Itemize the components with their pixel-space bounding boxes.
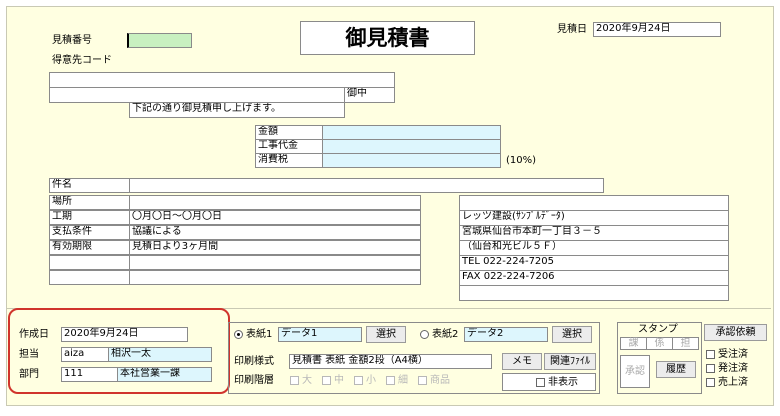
cover1-label: 表紙1 xyxy=(246,329,273,340)
company-address-1[interactable]: 宮城県仙台市本町一丁目３－５ xyxy=(459,225,729,241)
tax-field[interactable] xyxy=(322,153,501,168)
memo-button[interactable]: メモ xyxy=(502,353,542,370)
customer-name-field[interactable] xyxy=(49,72,395,88)
stamp-title: スタンプ xyxy=(638,324,678,335)
cover1-select-button[interactable]: 選択 xyxy=(366,326,406,343)
payment-terms-field[interactable]: 協議による xyxy=(129,225,421,240)
stamp-col-section: 課 xyxy=(620,337,647,350)
extra-label-2 xyxy=(49,270,130,285)
staff-code-field[interactable]: aiza xyxy=(61,347,109,362)
estimate-number-label: 見積番号 xyxy=(52,35,92,46)
subject-field[interactable] xyxy=(129,178,604,193)
approval-request-button[interactable]: 承認依頼 xyxy=(704,324,767,341)
validity-label: 有効期限 xyxy=(49,240,130,255)
order-received-label: 受注済 xyxy=(718,349,748,360)
history-button[interactable]: 履歴 xyxy=(656,361,696,378)
cover1-select-field[interactable]: データ1 xyxy=(278,327,362,342)
bottom-panel-divider xyxy=(7,308,771,309)
extra-label-1 xyxy=(49,255,130,270)
hide-label: 非表示 xyxy=(548,377,578,388)
company-address-2[interactable]: （仙台和光ビル５Ｆ） xyxy=(459,240,729,256)
tax-label: 消費税 xyxy=(255,153,323,168)
payment-terms-label: 支払条件 xyxy=(49,225,130,240)
sold-label: 売上済 xyxy=(718,377,748,388)
created-date-field[interactable]: 2020年9月24日 xyxy=(61,327,188,342)
sold-checkbox[interactable] xyxy=(706,378,715,387)
period-field[interactable]: 〇月〇日～〇月〇日 xyxy=(129,210,421,225)
print-style-field[interactable]: 見積書 表紙 金額2段（A4横） xyxy=(289,354,492,369)
related-file-button[interactable]: 関連ﾌｧｲﾙ xyxy=(544,353,596,370)
company-fax[interactable]: FAX 022-224-7206 xyxy=(459,270,729,286)
cover2-radio[interactable] xyxy=(420,330,429,339)
total-amount-label: 金額 xyxy=(255,125,323,140)
location-label: 場所 xyxy=(49,195,130,210)
level-detail-checkbox[interactable] xyxy=(386,376,395,385)
cover2-select-field[interactable]: データ2 xyxy=(464,327,548,342)
level-product-label: 商品 xyxy=(430,375,450,386)
ordered-label: 発注済 xyxy=(718,363,748,374)
level-small-checkbox[interactable] xyxy=(354,376,363,385)
customer-name-field-2[interactable] xyxy=(49,87,345,103)
total-amount-field[interactable] xyxy=(322,125,501,140)
customer-code-label: 得意先コード xyxy=(52,55,112,66)
level-large-checkbox[interactable] xyxy=(290,376,299,385)
company-blank-line[interactable] xyxy=(459,195,729,211)
stamp-col-staff: 担 xyxy=(672,337,699,350)
department-code-field[interactable]: 111 xyxy=(61,367,118,382)
estimate-number-input[interactable] xyxy=(127,33,192,48)
period-label: 工期 xyxy=(49,210,130,225)
level-product-checkbox[interactable] xyxy=(418,376,427,385)
level-medium-label: 中 xyxy=(334,375,344,386)
construction-cost-field[interactable] xyxy=(322,139,501,154)
tax-rate-text: (10%) xyxy=(506,155,537,166)
print-style-label: 印刷様式 xyxy=(234,356,274,367)
estimate-date-input[interactable]: 2020年9月24日 xyxy=(593,22,721,37)
cover2-select-button[interactable]: 選択 xyxy=(552,326,592,343)
level-large-label: 大 xyxy=(302,375,312,386)
staff-label: 担当 xyxy=(19,349,39,360)
created-date-label: 作成日 xyxy=(19,329,49,340)
department-label: 部門 xyxy=(19,369,39,380)
level-detail-label: 細 xyxy=(398,375,408,386)
ordered-checkbox[interactable] xyxy=(706,364,715,373)
extra-field-1[interactable] xyxy=(129,255,421,270)
greeting-text: 下記の通り御見積申し上げます。 xyxy=(129,102,345,118)
approve-stamp-box[interactable]: 承認 xyxy=(620,355,650,388)
department-name-field[interactable]: 本社営業一課 xyxy=(117,367,212,382)
hide-checkbox[interactable] xyxy=(536,378,545,387)
subject-label: 件名 xyxy=(49,178,130,193)
level-medium-checkbox[interactable] xyxy=(322,376,331,385)
company-name[interactable]: レッツ建設(ｻﾝﾌﾟﾙﾃﾞｰﾀ) xyxy=(459,210,729,226)
document-title: 御見積書 xyxy=(300,21,475,55)
cover1-radio[interactable] xyxy=(234,330,243,339)
honorific-label: 御中 xyxy=(344,87,395,103)
staff-name-field[interactable]: 相沢一太 xyxy=(108,347,212,362)
company-tel[interactable]: TEL 022-224-7205 xyxy=(459,255,729,271)
validity-field[interactable]: 見積日より3ヶ月間 xyxy=(129,240,421,255)
extra-field-2[interactable] xyxy=(129,270,421,285)
location-field[interactable] xyxy=(129,195,421,210)
cover2-label: 表紙2 xyxy=(432,329,459,340)
company-blank-line-2[interactable] xyxy=(459,285,729,301)
stamp-col-subsection: 係 xyxy=(646,337,673,350)
estimate-date-label: 見積日 xyxy=(557,24,587,35)
order-received-checkbox[interactable] xyxy=(706,350,715,359)
construction-cost-label: 工事代金 xyxy=(255,139,323,154)
print-level-label: 印刷階層 xyxy=(234,375,274,386)
level-small-label: 小 xyxy=(366,375,376,386)
